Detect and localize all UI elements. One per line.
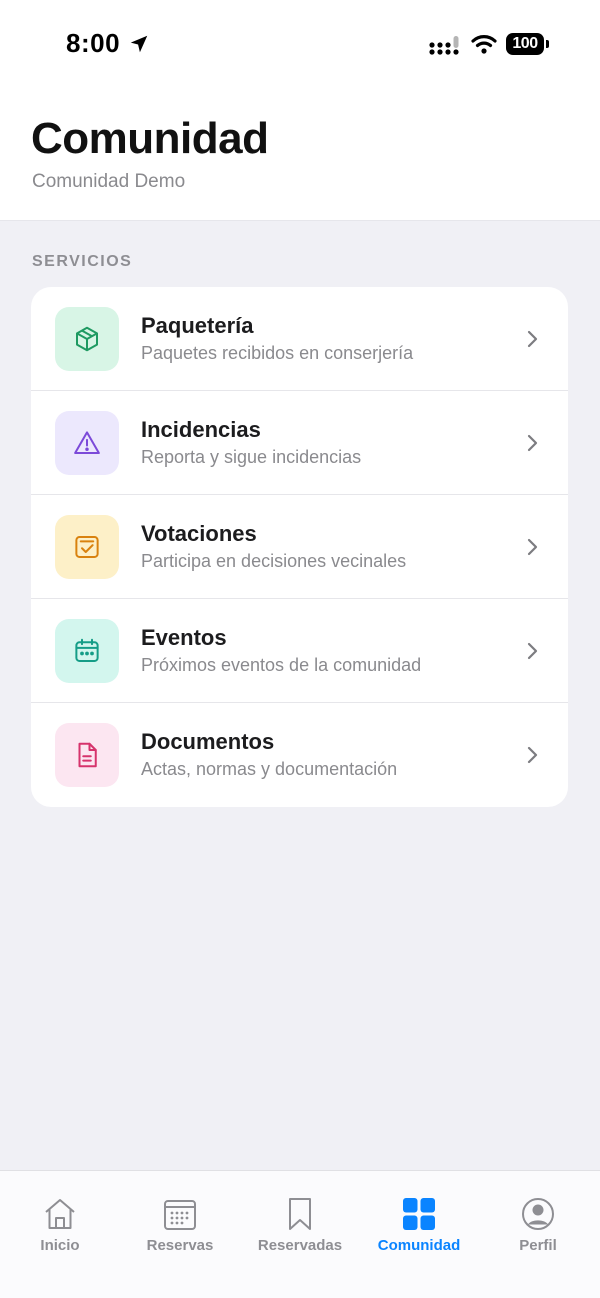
- tab-reservadas[interactable]: Reservadas: [240, 1171, 360, 1271]
- tab-reservas[interactable]: Reservas: [120, 1171, 240, 1271]
- service-item-paqueteria[interactable]: Paquetería Paquetes recibidos en conserj…: [31, 287, 568, 391]
- tab-label: Reservadas: [257, 1237, 343, 1254]
- service-icon-box: [55, 411, 119, 475]
- tab-label: Inicio: [40, 1237, 80, 1254]
- cellular-signal-icon: [429, 36, 459, 55]
- service-subtitle: Próximos eventos de la comunidad: [141, 655, 422, 675]
- page-subtitle: Comunidad Demo: [32, 171, 186, 192]
- service-title: Incidencias: [141, 417, 261, 442]
- service-item-incidencias[interactable]: Incidencias Reporta y sigue incidencias: [31, 391, 568, 495]
- service-item-eventos[interactable]: Eventos Próximos eventos de la comunidad: [31, 599, 568, 703]
- wifi-icon: [471, 35, 497, 54]
- tab-label: Comunidad: [377, 1237, 461, 1254]
- tab-perfil[interactable]: Perfil: [478, 1171, 598, 1271]
- service-icon-box: [55, 515, 119, 579]
- grid-icon: [403, 1198, 435, 1230]
- status-bar: 8:00 100: [0, 0, 600, 90]
- battery-level: 100: [512, 35, 538, 52]
- battery-indicator: 100: [506, 33, 544, 55]
- service-subtitle: Paquetes recibidos en conserjería: [141, 343, 414, 363]
- service-title: Eventos: [141, 625, 227, 650]
- tab-bar: Inicio Reservas Reservadas Comunidad Per…: [0, 1170, 600, 1298]
- chevron-right-icon: [527, 642, 538, 660]
- header-area: 8:00 100 Comunidad Comunidad Demo: [0, 0, 600, 220]
- warning-icon: [74, 431, 100, 454]
- vote-checkbox-icon: [75, 536, 99, 558]
- section-label: SERVICIOS: [32, 253, 133, 270]
- home-icon: [45, 1199, 75, 1229]
- chevron-right-icon: [527, 434, 538, 452]
- tab-label: Perfil: [519, 1237, 557, 1254]
- location-arrow-icon: [130, 35, 148, 53]
- profile-icon: [522, 1198, 554, 1230]
- calendar-icon: [75, 638, 99, 662]
- service-title: Votaciones: [141, 521, 257, 546]
- services-list: Paquetería Paquetes recibidos en conserj…: [31, 287, 568, 807]
- service-item-votaciones[interactable]: Votaciones Participa en decisiones vecin…: [31, 495, 568, 599]
- service-subtitle: Reporta y sigue incidencias: [141, 447, 362, 467]
- page-title: Comunidad: [31, 114, 269, 163]
- chevron-right-icon: [527, 330, 538, 348]
- calendar-grid-icon: [164, 1200, 196, 1230]
- service-icon-box: [55, 307, 119, 371]
- service-item-documentos[interactable]: Documentos Actas, normas y documentación: [31, 703, 568, 807]
- chevron-right-icon: [527, 538, 538, 556]
- service-title: Documentos: [141, 729, 275, 754]
- document-icon: [78, 742, 97, 768]
- bookmark-icon: [289, 1198, 311, 1230]
- service-title: Paquetería: [141, 313, 254, 338]
- service-icon-box: [55, 723, 119, 787]
- chevron-right-icon: [527, 746, 538, 764]
- service-subtitle: Participa en decisiones vecinales: [141, 551, 407, 571]
- service-subtitle: Actas, normas y documentación: [141, 759, 398, 779]
- tab-label: Reservas: [146, 1237, 214, 1254]
- package-icon: [76, 326, 98, 352]
- service-icon-box: [55, 619, 119, 683]
- tab-comunidad[interactable]: Comunidad: [359, 1171, 479, 1271]
- battery-tip: [546, 40, 549, 48]
- tab-inicio[interactable]: Inicio: [0, 1171, 120, 1271]
- status-time: 8:00: [66, 28, 121, 58]
